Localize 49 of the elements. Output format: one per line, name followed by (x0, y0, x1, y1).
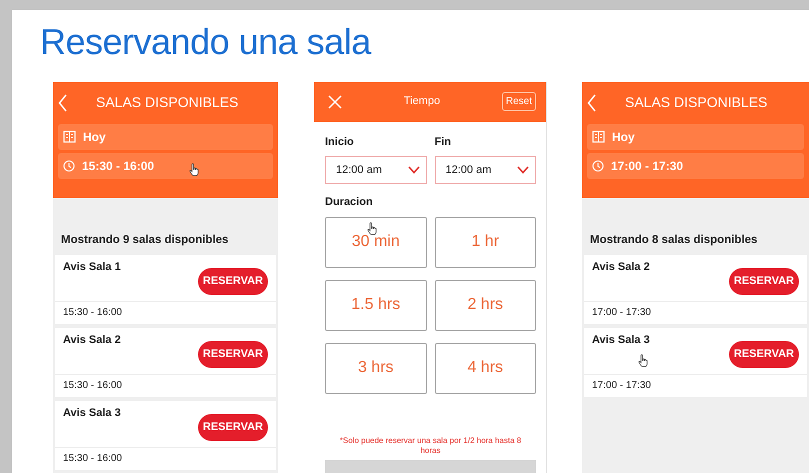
calendar-icon (592, 130, 605, 144)
screen-title: SALAS DISPONIBLES (625, 93, 768, 112)
chevron-down-icon (517, 166, 529, 174)
chevron-down-icon (408, 166, 420, 174)
back-icon[interactable] (587, 94, 597, 112)
room-time: 17:00 - 17:30 (584, 374, 807, 397)
room-name: Avis Sala 1 (63, 260, 121, 275)
end-time-dropdown[interactable]: 12:00 am (434, 156, 536, 184)
duration-option[interactable]: 1.5 hrs (325, 280, 426, 331)
back-icon[interactable] (58, 94, 68, 112)
slide-title: Reservando una sala (40, 22, 372, 62)
duration-option[interactable]: 3 hrs (325, 342, 426, 394)
date-selector[interactable]: Hoy (58, 124, 273, 150)
field-label: Duracion (325, 195, 374, 210)
hand-cursor-icon (189, 163, 200, 176)
room-name: Avis Sala 2 (592, 260, 650, 275)
calendar-icon (63, 130, 76, 144)
note-text: *Solo puede reservar una sala por 1/2 hora hasta 8 horas (338, 436, 522, 456)
duration-option[interactable]: 4 hrs (434, 342, 536, 394)
duration-option[interactable]: 2 hrs (434, 280, 536, 331)
date-selector[interactable]: Hoy (587, 124, 804, 150)
room-name: Avis Sala 3 (592, 332, 650, 348)
reserve-button[interactable]: RESERVAR (198, 414, 268, 441)
reserve-button[interactable]: RESERVAR (198, 341, 268, 368)
field-label: Inicio (325, 134, 355, 150)
room-name: Avis Sala 3 (63, 406, 121, 421)
reset-button[interactable]: Reset (502, 92, 536, 112)
hand-cursor-icon (367, 222, 377, 235)
reserve-button[interactable]: RESERVAR (198, 268, 268, 295)
start-time-dropdown[interactable]: 12:00 am (325, 156, 426, 184)
time-selector[interactable]: 15:30 - 16:00 (58, 152, 273, 179)
reserve-button[interactable]: RESERVAR (728, 268, 799, 295)
room-time: 15:30 - 16:00 (55, 374, 276, 397)
duration-option[interactable]: 1 hr (434, 216, 536, 268)
reserve-button[interactable]: RESERVAR (728, 341, 799, 368)
room-time: 15:30 - 16:00 (55, 300, 276, 324)
rooms-count: Mostrando 9 salas disponibles (61, 232, 230, 248)
duration-option[interactable]: 30 min (325, 216, 426, 268)
clock-icon (592, 160, 604, 172)
screen-title: Tiempo (404, 94, 440, 110)
screen-title: SALAS DISPONIBLES (96, 93, 238, 112)
room-name: Avis Sala 2 (63, 332, 121, 348)
close-icon[interactable] (328, 94, 342, 109)
rooms-count: Mostrando 8 salas disponibles (590, 232, 758, 248)
time-selector[interactable]: 17:00 - 17:30 (587, 152, 804, 179)
room-time: 17:00 - 17:30 (584, 300, 807, 324)
clock-icon (63, 160, 75, 172)
field-label: Fin (434, 134, 452, 150)
room-time: 15:30 - 16:00 (55, 446, 276, 470)
